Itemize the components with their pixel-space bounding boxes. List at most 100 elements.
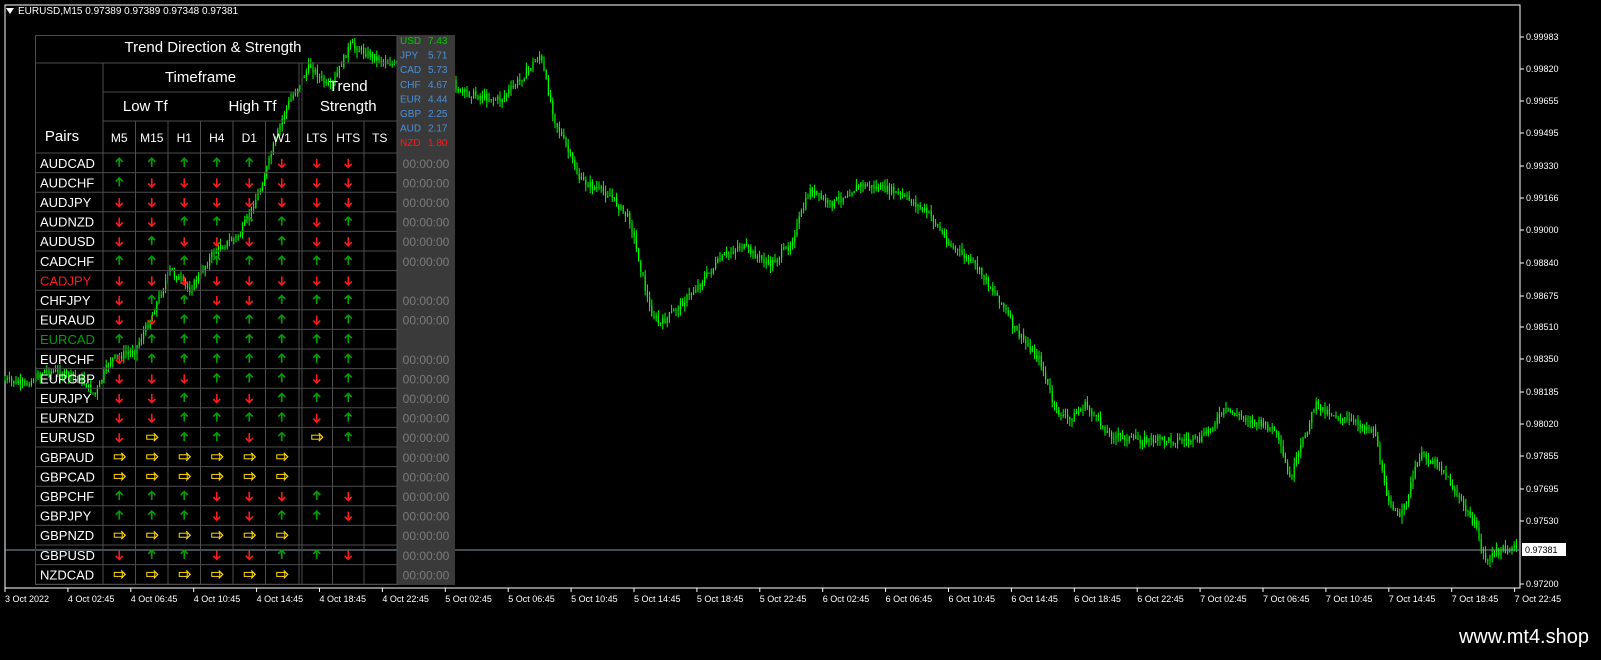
candle-body: [1311, 411, 1313, 423]
arrow-shaft: [146, 434, 156, 440]
trend-arrow-icon: [277, 178, 286, 189]
trend-arrow-icon: [180, 276, 189, 287]
candle-body: [508, 89, 510, 94]
trend-arrow-icon: [180, 333, 189, 344]
candle-body: [1474, 520, 1476, 525]
time-tick-label: 5 Oct 06:45: [508, 594, 555, 604]
candle-body: [833, 199, 835, 208]
trend-arrow-icon: [115, 157, 124, 167]
hts-arrow-icon: [344, 215, 353, 226]
price-tick-label: 0.99166: [1526, 193, 1559, 203]
candle-body: [682, 301, 684, 307]
trend-arrow-icon: [147, 490, 156, 500]
candle-body: [1386, 482, 1388, 496]
candle-body: [763, 259, 765, 264]
candle-body: [462, 89, 464, 92]
candle-body: [1095, 415, 1097, 417]
candle-body: [1201, 435, 1203, 442]
candle-body: [983, 275, 985, 281]
candle-body: [941, 230, 943, 233]
candle-body: [688, 293, 690, 296]
candle-body: [1064, 413, 1066, 415]
candle-body: [721, 255, 723, 261]
candle-body: [1452, 485, 1454, 489]
candle-body: [1339, 418, 1341, 421]
trend-arrow-icon: [277, 294, 286, 304]
candle-body: [906, 195, 908, 197]
candle-body: [1313, 410, 1315, 412]
candle-body: [1423, 451, 1425, 454]
candle-body: [849, 195, 851, 197]
timer-label: 00:00:00: [403, 216, 450, 230]
candle-body: [563, 134, 565, 138]
candle-body: [1260, 420, 1262, 427]
trend-arrow-icon: [277, 255, 286, 265]
candle-body: [1507, 550, 1509, 553]
pair-label: AUDNZD: [40, 215, 94, 230]
arrow-shaft: [146, 532, 156, 538]
lts-arrow-icon: [312, 217, 321, 228]
candle-body: [917, 204, 919, 207]
candle-body: [613, 197, 615, 199]
candle-body: [473, 91, 475, 99]
candle-body: [1287, 462, 1289, 472]
candle-body: [1128, 436, 1130, 442]
trend-arrow-icon: [212, 550, 221, 561]
candle-body: [855, 185, 857, 192]
trend-arrow-icon: [212, 492, 221, 502]
trend-arrow-icon: [180, 215, 189, 226]
timer-label: 00:00:00: [403, 568, 450, 582]
trend-arrow-icon: [277, 549, 286, 559]
trend-arrow-icon: [147, 413, 156, 424]
candle-body: [1300, 444, 1302, 453]
trend-arrow-icon: [115, 394, 124, 404]
candle-body: [789, 245, 791, 251]
candle-body: [521, 79, 523, 81]
trend-arrow-icon: [115, 550, 124, 561]
site-watermark: www.mt4.shop: [1458, 626, 1589, 648]
trend-arrow-icon: [147, 255, 156, 265]
candle-body: [1093, 415, 1095, 417]
candle-body: [618, 205, 620, 210]
candle-body: [805, 197, 807, 209]
candle-body: [926, 208, 928, 213]
candle-body: [1166, 441, 1168, 443]
candle-body: [565, 137, 567, 146]
trend-arrow-icon: [276, 452, 289, 462]
candle-body: [1502, 545, 1504, 550]
trend-arrow-icon: [245, 353, 254, 363]
candle-body: [970, 258, 972, 261]
dropdown-triangle-icon[interactable]: [6, 8, 14, 15]
candle-body: [1306, 431, 1308, 436]
candle-body: [831, 201, 833, 208]
candle-body: [666, 317, 668, 324]
candle-body: [499, 96, 501, 102]
candle-body: [506, 93, 508, 96]
candle-body: [913, 202, 915, 204]
tf-header-m5: M5: [111, 131, 128, 145]
candle-body: [1249, 421, 1251, 423]
candle-body: [1447, 476, 1449, 478]
candle-body: [1368, 427, 1370, 430]
trend-arrow-icon: [115, 237, 124, 247]
price-tick-label: 0.98675: [1526, 291, 1559, 301]
candle-body: [992, 287, 994, 292]
candle-body: [1177, 438, 1179, 444]
candle-body: [1416, 462, 1418, 467]
candle-body: [470, 96, 472, 99]
candle-body: [935, 222, 937, 225]
hts-arrow-icon: [344, 372, 353, 383]
candle-body: [1399, 512, 1401, 517]
arrow-shaft: [146, 473, 156, 479]
pair-label: NZDCAD: [40, 567, 94, 582]
candle-body: [1045, 371, 1047, 379]
candle-body: [697, 284, 699, 291]
timer-label: 00:00:00: [403, 235, 450, 249]
trend-arrow-icon: [146, 471, 159, 481]
trend-arrow-icon: [115, 176, 124, 187]
candle-body: [1148, 438, 1150, 443]
candle-body: [534, 60, 536, 63]
trend-arrow-icon: [180, 353, 189, 363]
trend-arrow-icon: [245, 411, 254, 422]
time-tick-label: 7 Oct 14:45: [1389, 594, 1436, 604]
